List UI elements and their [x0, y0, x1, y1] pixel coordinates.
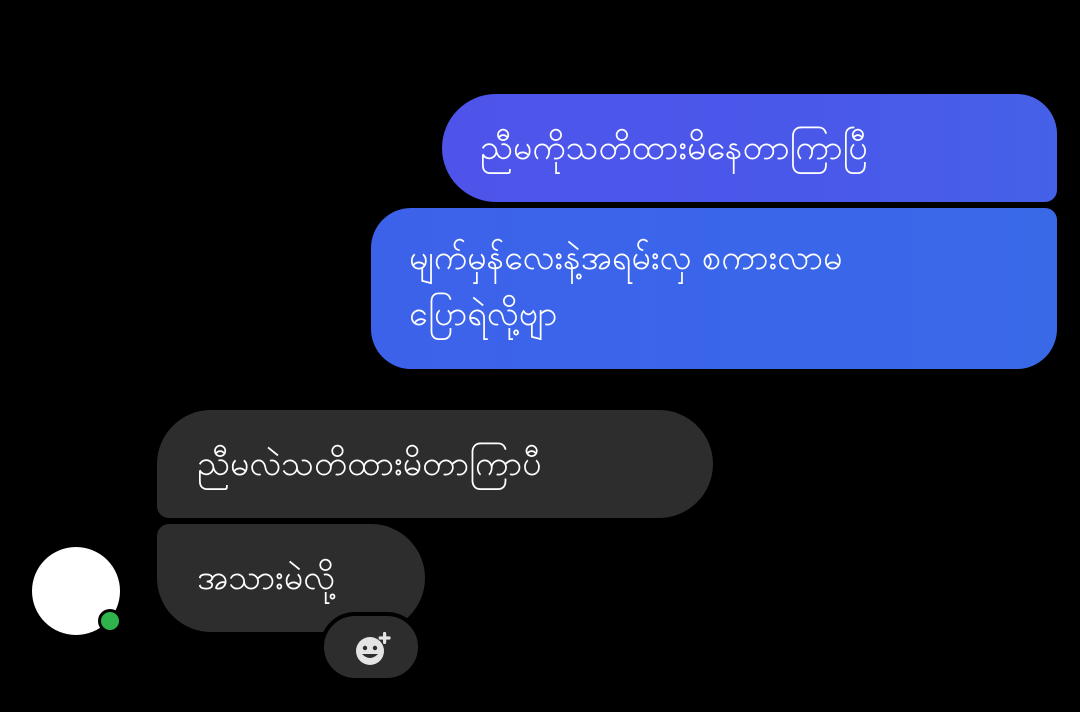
received-message-bubble[interactable]: ညီမလဲသတိထားမိတာကြာပီ: [157, 410, 713, 518]
sent-message-bubble[interactable]: မျက်မှန်လေးနဲ့အရမ်းလှ စကားလာမ ပြောရဲလို့…: [371, 208, 1057, 369]
add-reaction-button[interactable]: [320, 612, 422, 682]
add-reaction-icon: [356, 632, 391, 665]
sent-message-bubble[interactable]: ညီမကိုသတိထားမိနေတာကြာပြီ: [442, 94, 1057, 202]
online-status-indicator: [98, 609, 122, 633]
